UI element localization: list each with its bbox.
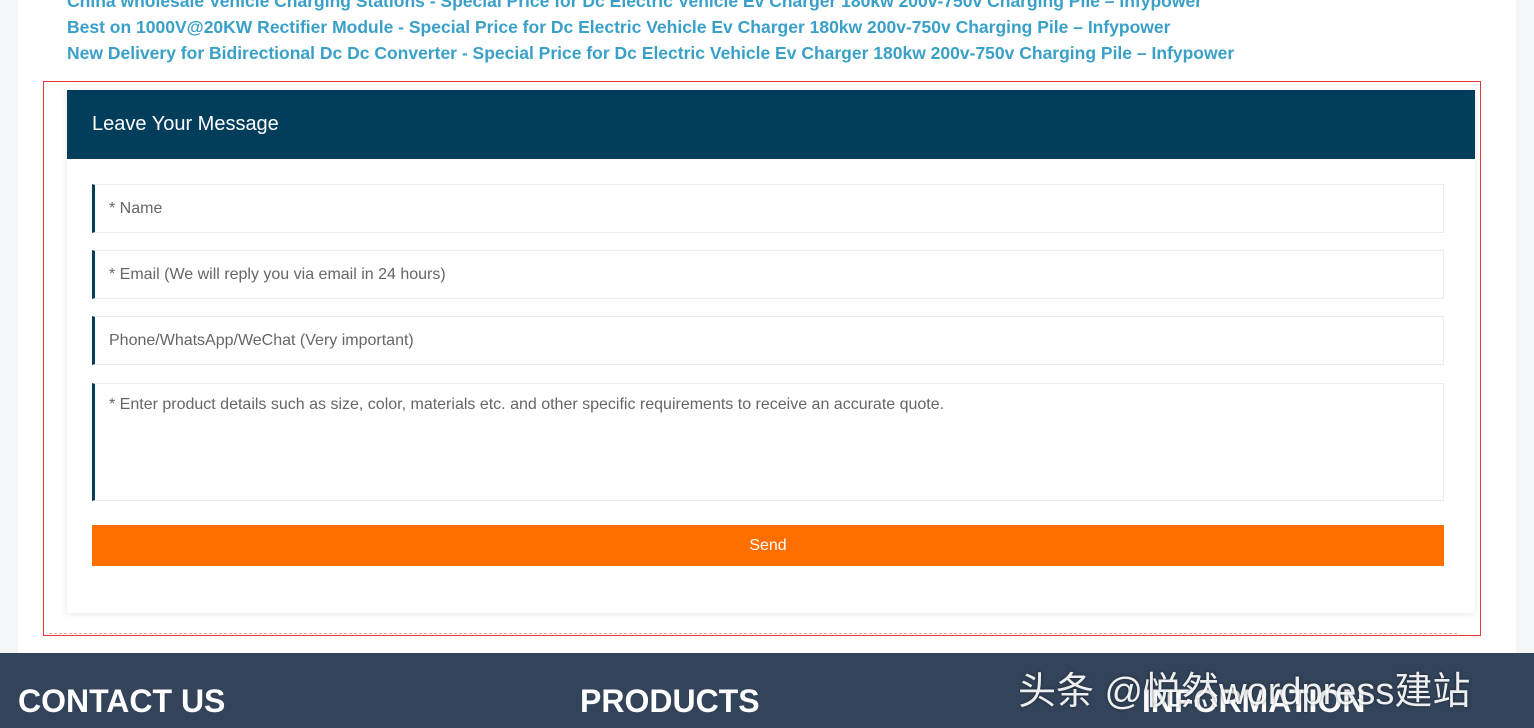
divider — [49, 633, 1457, 634]
phone-input[interactable] — [92, 316, 1444, 365]
send-button[interactable]: Send — [92, 525, 1444, 566]
main-content: China wholesale Vehicle Charging Station… — [18, 0, 1516, 653]
message-textarea[interactable] — [92, 383, 1444, 501]
page: China wholesale Vehicle Charging Station… — [0, 0, 1534, 728]
footer-contact-heading: CONTACT US — [18, 683, 226, 719]
inquiry-form: Leave Your Message Send — [67, 90, 1475, 613]
related-products-list: China wholesale Vehicle Charging Station… — [67, 0, 1497, 66]
footer-products-heading: PRODUCTS — [580, 683, 760, 719]
related-product-link[interactable]: Best on 1000V@20KW Rectifier Module - Sp… — [67, 14, 1497, 40]
form-title: Leave Your Message — [67, 90, 1475, 159]
name-input[interactable] — [92, 184, 1444, 233]
related-product-link[interactable]: New Delivery for Bidirectional Dc Dc Con… — [67, 40, 1497, 66]
related-product-link[interactable]: China wholesale Vehicle Charging Station… — [67, 0, 1497, 14]
watermark: 头条 @悦然wordpress建站 — [1018, 671, 1471, 713]
email-input[interactable] — [92, 250, 1444, 299]
